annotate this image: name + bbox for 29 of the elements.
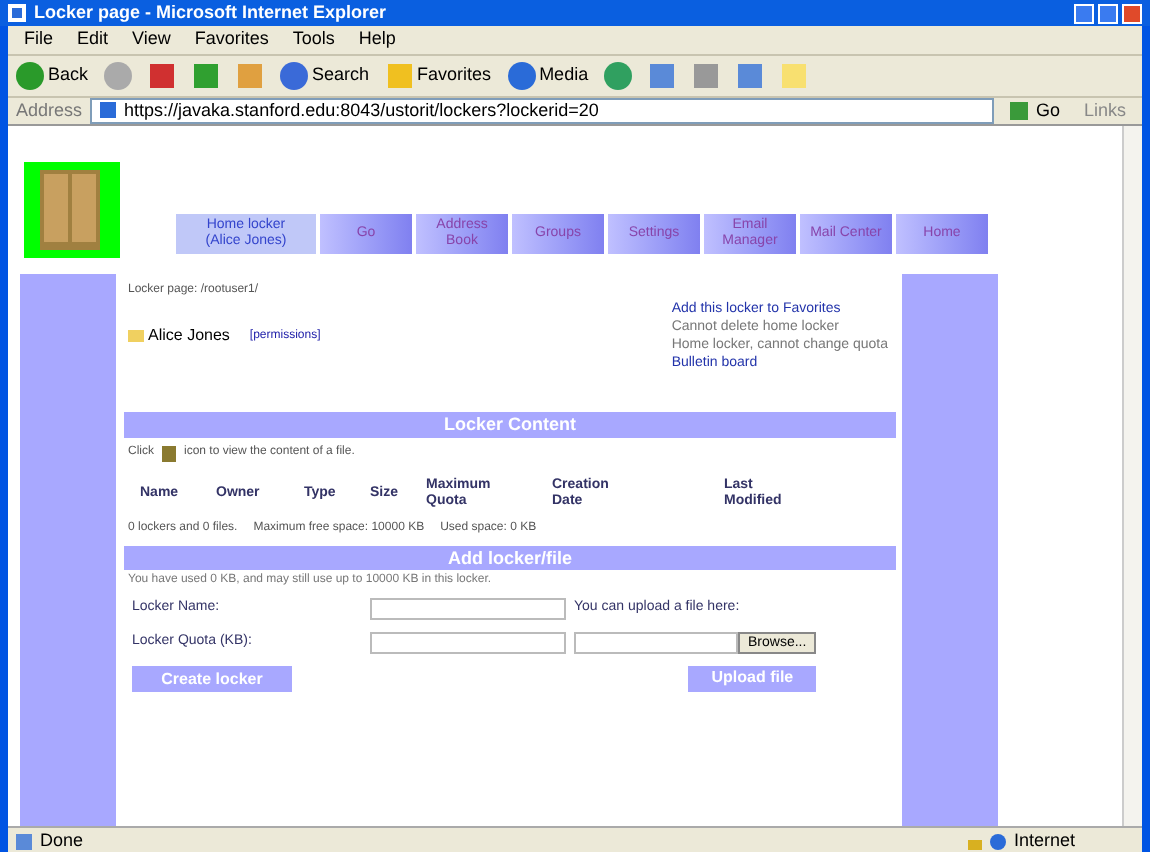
media-button[interactable]: Media	[507, 55, 589, 95]
menu-item[interactable]: Tools	[292, 26, 335, 53]
locker-owner: Alice Jones	[148, 324, 230, 348]
favorites-button[interactable]: Favorites	[385, 55, 492, 95]
back-button[interactable]: Back	[16, 55, 89, 95]
go-button[interactable]: Go	[1001, 97, 1068, 124]
address-label: Address	[16, 97, 83, 123]
locker-logo	[24, 162, 120, 258]
window-title: Locker page - Microsoft Internet Explorer	[34, 0, 389, 26]
menu-item[interactable]: Edit	[77, 26, 109, 53]
file-path-field[interactable]	[574, 631, 738, 653]
section-heading: Add locker/file	[124, 546, 896, 570]
minimize-button[interactable]	[1074, 3, 1094, 23]
browser-icon	[8, 4, 26, 22]
address-field[interactable]: https://javaka.stanford.edu:8043/ustorit/lockers?lockerid=20	[90, 97, 994, 124]
maximize-button[interactable]	[1098, 3, 1118, 23]
menu-item[interactable]: View	[132, 26, 171, 53]
input-field[interactable]	[370, 598, 566, 620]
status-text: Done	[40, 828, 86, 852]
section-heading: Locker Content	[124, 412, 896, 438]
input-field[interactable]	[370, 632, 566, 654]
scrollbar[interactable]	[1122, 126, 1142, 826]
zone-text: Internet	[1014, 828, 1078, 852]
menu-item[interactable]: File	[24, 26, 54, 53]
menu-item[interactable]: Favorites	[194, 26, 269, 53]
search-button[interactable]: Search	[280, 55, 370, 95]
menu-item[interactable]: Help	[358, 26, 396, 53]
close-button[interactable]	[1122, 3, 1142, 23]
folder-icon	[128, 330, 144, 342]
